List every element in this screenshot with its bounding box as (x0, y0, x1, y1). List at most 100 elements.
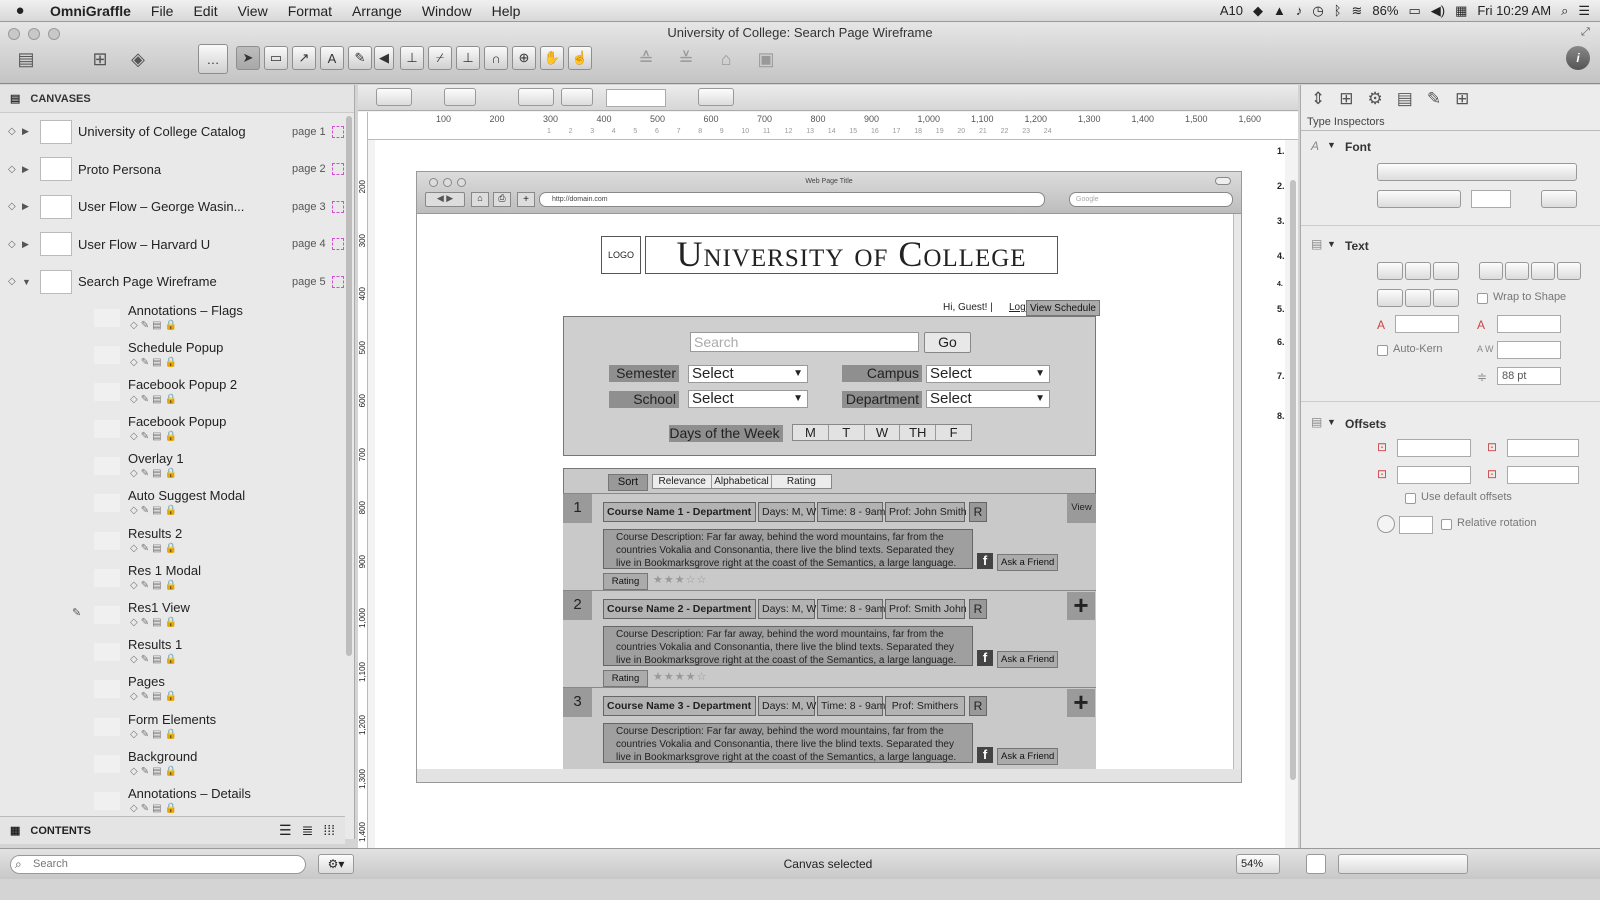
line-height-field[interactable]: 88 pt (1497, 367, 1561, 385)
font-disclosure-icon[interactable]: ▼ (1327, 140, 1336, 150)
day-t[interactable]: T (829, 425, 865, 440)
offset-bottom-field[interactable] (1397, 466, 1471, 484)
department-select[interactable]: Select ▼ (926, 390, 1050, 408)
line-tool-icon[interactable]: ↗ (292, 46, 316, 70)
day-f[interactable]: F (936, 425, 971, 440)
relative-rotation-checkbox[interactable] (1441, 519, 1452, 530)
wrap-to-shape-checkbox[interactable] (1477, 293, 1488, 304)
time-machine-icon[interactable]: ◷ (1312, 3, 1323, 19)
rating-stars[interactable]: ★★★☆☆ (653, 573, 707, 586)
zoom-tool-icon[interactable]: ⊕ (512, 46, 536, 70)
ask-a-friend-button[interactable]: Ask a Friend (997, 554, 1059, 571)
print-area-icon[interactable] (332, 275, 344, 288)
offset-top-field[interactable] (1397, 439, 1471, 457)
add-canvas-icon[interactable]: ⊞ (86, 46, 114, 72)
default-offsets-checkbox[interactable] (1405, 493, 1416, 504)
list-view-icon[interactable]: ☰ (279, 822, 292, 839)
layer-controls[interactable]: ◇✎▤🔒 (130, 320, 180, 331)
valign-bottom-icon[interactable] (1433, 289, 1459, 307)
ask-a-friend-button[interactable]: Ask a Friend (997, 651, 1059, 668)
school-select[interactable]: Select ▼ (688, 390, 808, 408)
justify-center-icon[interactable] (1505, 262, 1529, 280)
adobe-icon[interactable]: A10 (1220, 3, 1243, 18)
canvas-row[interactable]: ◇ ▶ Proto Persona page 2 (0, 151, 354, 189)
selection-tool-icon[interactable]: ➤ (236, 46, 260, 70)
fill-color-swatch[interactable] (1306, 854, 1326, 874)
layer-row[interactable]: Overlay 1 ◇✎▤🔒 (0, 449, 354, 486)
ask-a-friend-button[interactable]: Ask a Friend (997, 748, 1059, 765)
day-m[interactable]: M (793, 425, 829, 440)
menu-file[interactable]: File (141, 3, 184, 19)
color-swatches[interactable] (1338, 854, 1468, 874)
offsets-disclosure-icon[interactable]: ▼ (1327, 417, 1336, 427)
canvas-row[interactable]: ◇ ▶ User Flow – George Wasin... page 3 (0, 188, 354, 226)
layer-row[interactable]: Results 1 ◇✎▤🔒 (0, 635, 354, 672)
flag-icon[interactable]: ▦ (1455, 3, 1467, 19)
properties-inspector-icon[interactable]: ⇕ (1311, 89, 1325, 109)
sort-rating[interactable]: Rating (772, 475, 831, 488)
menu-view[interactable]: View (228, 3, 278, 19)
course-name[interactable]: Course Name 1 - Department (603, 502, 756, 522)
disclosure-icon[interactable]: ▶ (22, 239, 34, 250)
sidebar-toggle-icon[interactable]: ▤ (12, 46, 40, 72)
print-area-icon[interactable] (332, 200, 344, 213)
shape-tool-icon[interactable]: ▭ (264, 46, 288, 70)
course-name[interactable]: Course Name 2 - Department (603, 599, 756, 619)
facebook-icon[interactable]: f (977, 553, 993, 569)
valign-middle-icon[interactable] (1405, 289, 1431, 307)
layers-icon[interactable]: ◈ (124, 46, 152, 72)
layer-row[interactable]: Facebook Popup ◇✎▤🔒 (0, 412, 354, 449)
layer-controls[interactable]: ◇✎▤🔒 (130, 617, 180, 628)
gear-icon[interactable]: ⚙▾ (318, 854, 354, 874)
layer-controls[interactable]: ◇✎▤🔒 (130, 766, 180, 777)
shadow-popup[interactable] (698, 88, 734, 106)
facebook-icon[interactable]: f (977, 747, 993, 763)
layer-row[interactable]: Pages ◇✎▤🔒 (0, 672, 354, 709)
canvas-row[interactable]: ◇ ▶ User Flow – Harvard U page 4 (0, 226, 354, 264)
kerning-field[interactable] (1497, 341, 1561, 359)
diagram-tool-icon[interactable]: ⊥ (400, 46, 424, 70)
facebook-icon[interactable]: f (977, 650, 993, 666)
stroke-popup[interactable] (518, 88, 554, 106)
text-color-field[interactable] (1395, 315, 1459, 333)
sort-alphabetical[interactable]: Alphabetical (712, 475, 772, 488)
layer-row[interactable]: Res 1 Modal ◇✎▤🔒 (0, 561, 354, 598)
layer-row[interactable]: Res1 View ◇✎▤🔒 ✎ (0, 598, 354, 635)
wifi-icon[interactable]: ≋ (1352, 3, 1363, 19)
course-name[interactable]: Course Name 3 - Department (603, 696, 756, 716)
disclosure-icon[interactable]: ▶ (22, 164, 34, 175)
font-color-popup[interactable] (1541, 190, 1577, 208)
magnet-tool-icon[interactable]: ∩ (484, 46, 508, 70)
layer-row[interactable]: Annotations – Flags ◇✎▤🔒 (0, 301, 354, 338)
font-style-popup[interactable] (1377, 190, 1461, 208)
fullscreen-icon[interactable]: ⤢ (1581, 26, 1590, 39)
print-area-icon[interactable] (332, 125, 344, 138)
align-right-icon[interactable] (1433, 262, 1459, 280)
visibility-icon[interactable]: ◇ (8, 239, 22, 250)
text-tool-icon[interactable]: A (320, 46, 344, 70)
app-menu[interactable]: OmniGraffle (40, 3, 141, 19)
visibility-icon[interactable]: ◇ (8, 126, 22, 137)
rubber-stamp-icon[interactable]: ⊥ (456, 46, 480, 70)
day-th[interactable]: TH (900, 425, 937, 440)
line-style-popup[interactable] (561, 88, 593, 106)
expand-plus-icon[interactable]: + (1067, 592, 1095, 620)
align-left-icon[interactable] (1377, 262, 1403, 280)
menu-help[interactable]: Help (482, 3, 531, 19)
grid-inspector-icon[interactable]: ⊞ (1455, 89, 1469, 109)
layer-row[interactable]: Form Elements ◇✎▤🔒 (0, 710, 354, 747)
stroke-width-field[interactable] (606, 89, 666, 107)
type-inspector-icon[interactable]: ⊞ (1339, 89, 1353, 109)
disclosure-icon[interactable]: ▶ (22, 126, 34, 137)
clock[interactable]: Fri 10:29 AM (1477, 3, 1551, 18)
document-inspector-icon[interactable]: ✎ (1427, 89, 1441, 109)
style-tray-icon[interactable]: … (198, 44, 228, 74)
layer-controls[interactable]: ◇✎▤🔒 (130, 654, 180, 665)
visibility-icon[interactable]: ◇ (8, 201, 22, 212)
offset-right-field[interactable] (1507, 466, 1579, 484)
layer-controls[interactable]: ◇✎▤🔒 (130, 580, 180, 591)
layer-controls[interactable]: ◇✎▤🔒 (130, 505, 180, 516)
canvas-row-selected[interactable]: ◇ ▼ Search Page Wireframe page 5 (0, 263, 354, 301)
contents-search-input[interactable]: Search (10, 855, 306, 874)
sidebar-scrollbar[interactable] (346, 116, 352, 656)
